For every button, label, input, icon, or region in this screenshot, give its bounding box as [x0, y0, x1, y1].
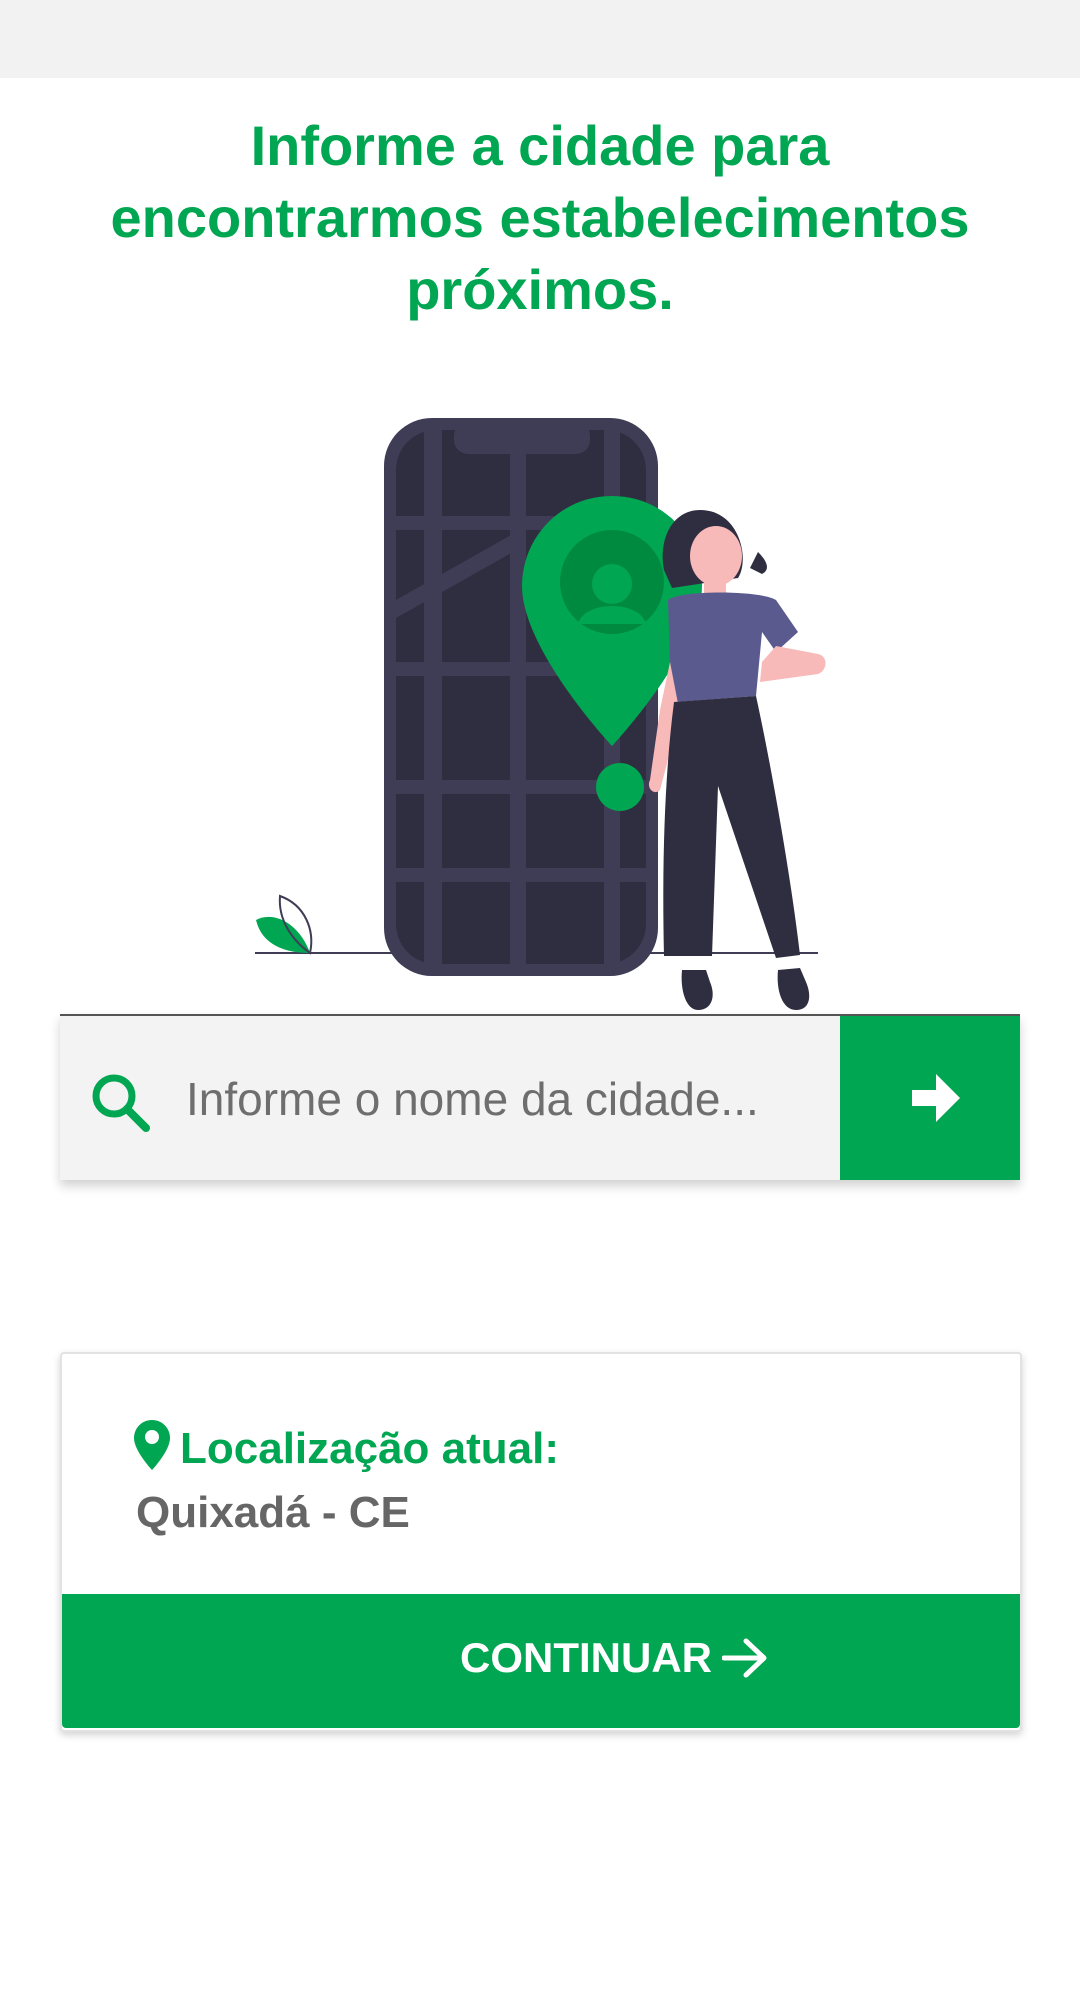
page-title-line-1: Informe a cidade para	[250, 114, 830, 177]
arrow-right-icon	[912, 1074, 960, 1122]
page-title-line-2: encontrarmos estabelecimentos	[110, 186, 970, 249]
current-location-value: Quixadá - CE	[136, 1488, 410, 1537]
person-illustration	[648, 510, 826, 1010]
city-search-input[interactable]	[186, 1056, 846, 1142]
page-title: Informe a cidade para encontrarmos estab…	[60, 110, 1020, 326]
arrow-right-icon	[721, 1638, 767, 1678]
current-location-card: Localização atual: Quixadá - CE CONTINUA…	[60, 1352, 1022, 1732]
status-bar	[0, 0, 1080, 78]
map-pin-icon	[134, 1420, 170, 1470]
leaf-icon	[256, 894, 313, 955]
search-submit-button[interactable]	[840, 1016, 1020, 1180]
continue-button[interactable]: CONTINUAR	[62, 1594, 1020, 1728]
continue-button-label: CONTINUAR	[460, 1634, 712, 1681]
current-location-label: Localização atual:	[180, 1424, 560, 1473]
city-search-bar	[60, 1014, 1020, 1180]
page-title-line-3: próximos.	[406, 258, 674, 321]
search-icon	[92, 1074, 150, 1132]
location-illustration	[255, 418, 826, 1010]
